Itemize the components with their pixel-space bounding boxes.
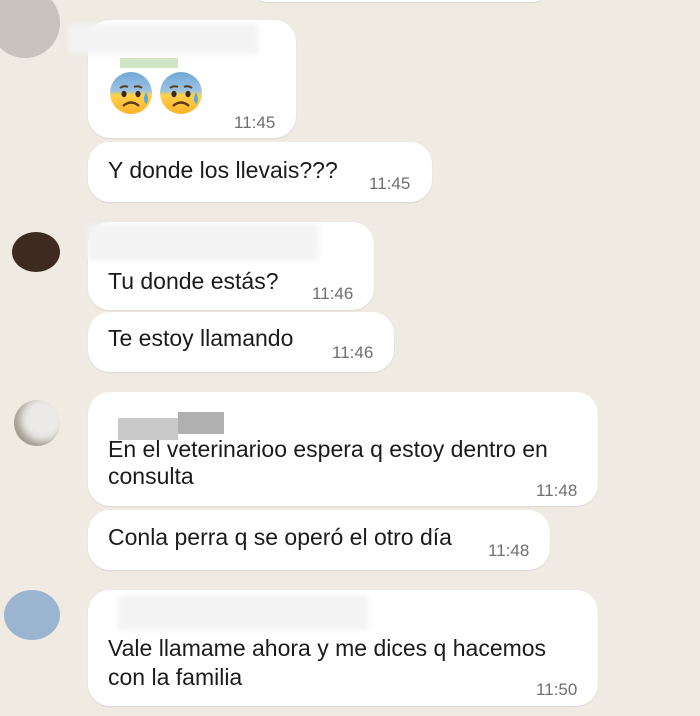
message-text: Tu donde estás? (108, 268, 279, 294)
message-bubble[interactable]: Tu donde estás? 11:46 (88, 222, 374, 310)
message-text-line: con la familia (108, 664, 243, 690)
message-text: Y donde los llevais??? (108, 157, 338, 183)
previous-message-bubble[interactable] (250, 0, 550, 2)
message-bubble[interactable]: Te estoy llamando 11:46 (88, 312, 394, 372)
message-text-line: Vale llamame ahora y me dices q hacemos (108, 635, 547, 661)
redacted-sender-name (118, 596, 368, 630)
anxious-face-with-sweat-icon (110, 72, 152, 114)
message-text-line: En el veterinarioo espera q estoy dentro… (108, 436, 548, 462)
redacted-sender-name (68, 24, 258, 54)
message-timestamp: 11:45 (369, 174, 411, 193)
contact-avatar[interactable] (12, 232, 60, 272)
message-text: Te estoy llamando (108, 325, 294, 351)
message-bubble-emoji[interactable]: 11:45 (68, 20, 296, 138)
contact-avatar[interactable] (14, 400, 60, 446)
contact-avatar[interactable] (0, 0, 60, 58)
message-timestamp: 11:46 (312, 284, 354, 303)
message-bubble[interactable]: Y donde los llevais??? 11:45 (88, 142, 432, 202)
message-timestamp: 11:45 (234, 113, 276, 132)
redacted-block (178, 412, 224, 434)
contact-avatar[interactable] (4, 590, 60, 640)
message-text: Conla perra q se operó el otro día (108, 524, 452, 550)
redacted-block (120, 58, 178, 68)
message-bubble[interactable]: Conla perra q se operó el otro día 11:48 (88, 510, 550, 570)
anxious-face-with-sweat-icon (160, 72, 202, 114)
redacted-sender-name (88, 224, 318, 260)
message-timestamp: 11:50 (536, 680, 578, 699)
message-bubble[interactable]: En el veterinarioo espera q estoy dentro… (88, 392, 598, 506)
message-text-line: consulta (108, 463, 194, 489)
message-timestamp: 11:48 (536, 481, 578, 500)
message-bubble[interactable]: Vale llamame ahora y me dices q hacemos … (88, 590, 598, 706)
message-timestamp: 11:48 (488, 541, 530, 560)
message-timestamp: 11:46 (332, 343, 374, 362)
